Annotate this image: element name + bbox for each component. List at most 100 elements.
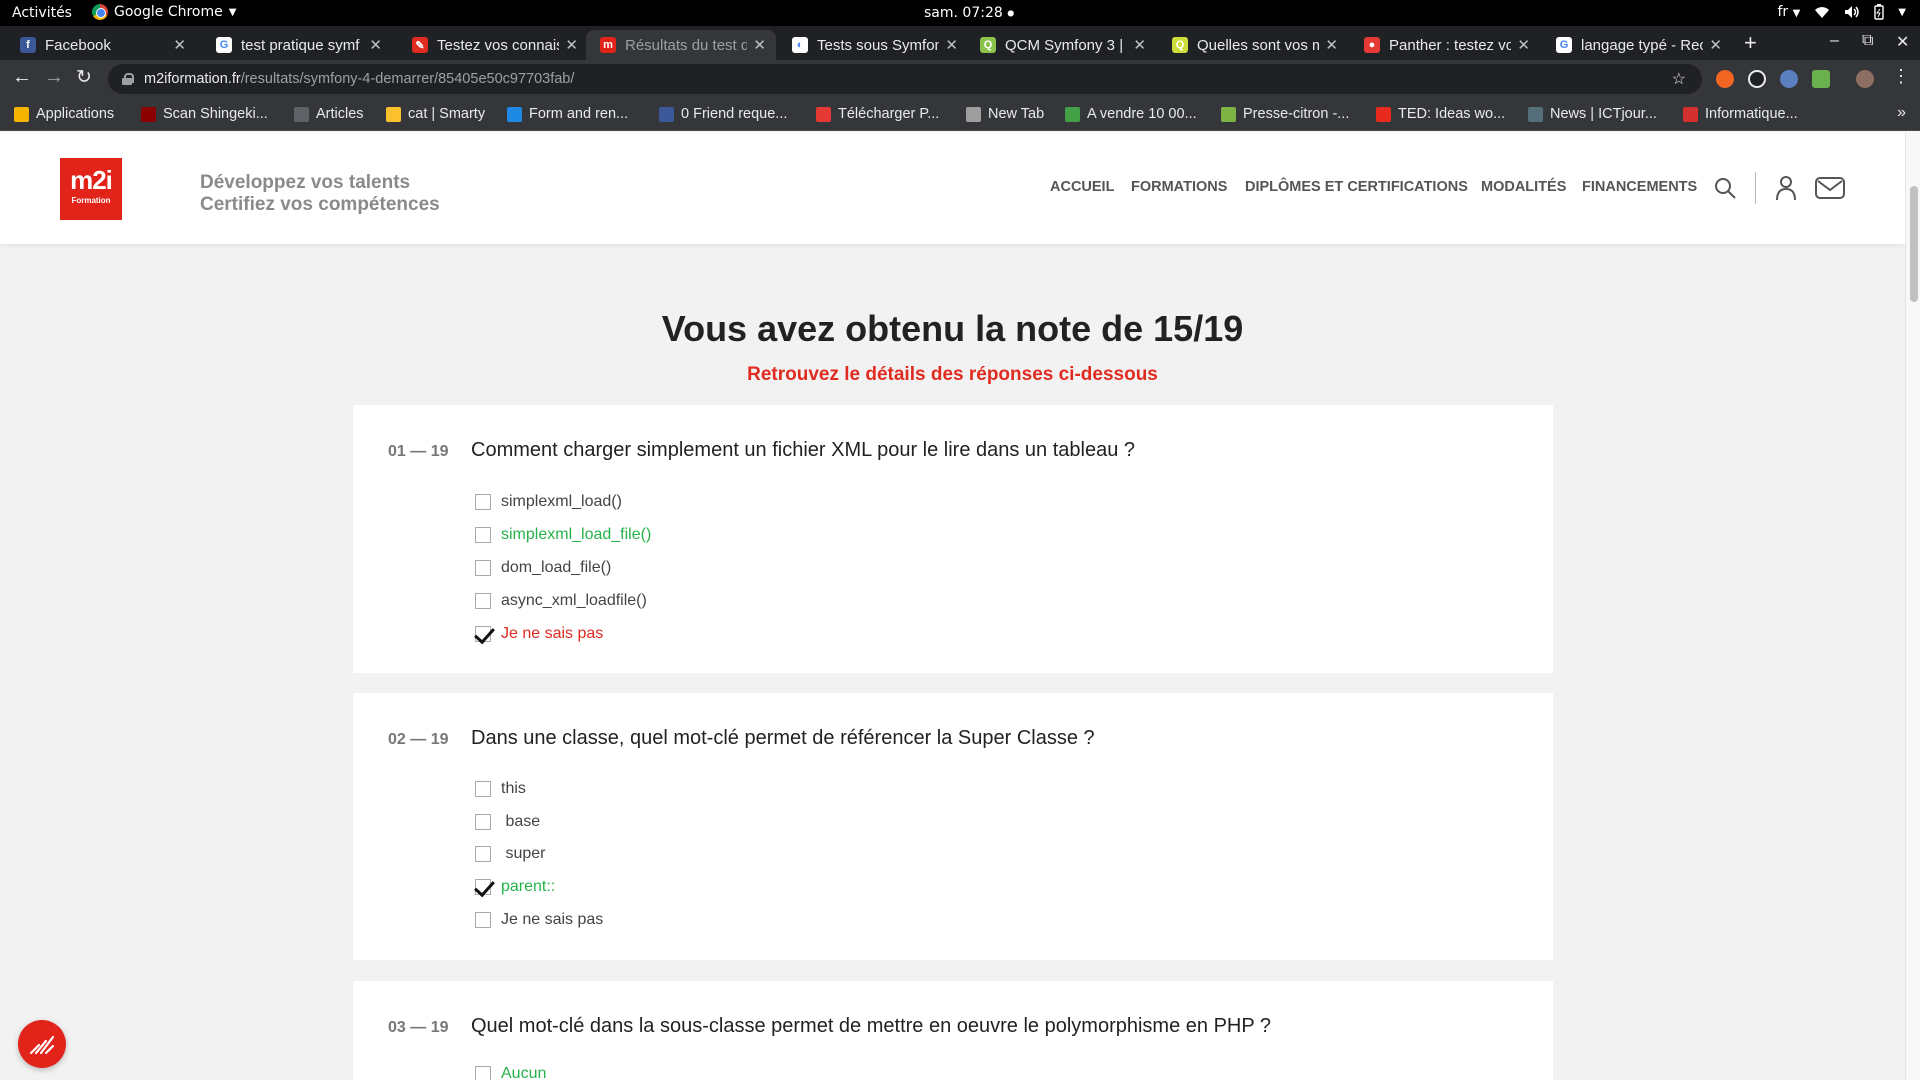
bookmarks-overflow-button[interactable]: »	[1897, 104, 1906, 122]
bookmark-item[interactable]: New Tab	[966, 106, 1044, 122]
close-window-button[interactable]: ✕	[1896, 32, 1909, 52]
browser-toolbar: ← → ↻ m2iformation.fr/resultats/symfony-…	[0, 60, 1920, 98]
tab-close-icon[interactable]: ✕	[1133, 36, 1146, 54]
answer-checkbox[interactable]	[475, 846, 491, 862]
answer-option[interactable]: Je ne sais pas	[475, 911, 603, 929]
tab-close-icon[interactable]: ✕	[565, 36, 578, 54]
bookmark-item[interactable]: 0 Friend reque...	[659, 106, 787, 122]
answer-checkbox[interactable]	[475, 560, 491, 576]
page-viewport: m2i Formation Développez vos talents Cer…	[0, 132, 1905, 1080]
avatar[interactable]	[1856, 70, 1874, 88]
answer-checkbox[interactable]	[475, 814, 491, 830]
answer-option[interactable]: dom_load_file()	[475, 559, 611, 577]
extension-icon[interactable]	[1748, 70, 1766, 88]
search-icon[interactable]	[1713, 176, 1737, 200]
chevron-down-icon: ▼	[1792, 8, 1801, 19]
menu-kebab-icon[interactable]: ⋮	[1892, 66, 1910, 87]
tab-close-icon[interactable]: ✕	[945, 36, 958, 54]
bookmark-item[interactable]: Articles	[294, 106, 364, 122]
bookmark-item[interactable]: Form and ren...	[507, 106, 628, 122]
answer-option[interactable]: base	[475, 813, 540, 831]
bookmark-label: Applications	[36, 106, 115, 122]
tab[interactable]: ◐ Tests sous Symfon ✕	[778, 30, 968, 60]
tab[interactable]: Q Quelles sont vos m ✕	[1158, 30, 1348, 60]
mail-icon[interactable]	[1815, 176, 1845, 200]
bookmark-item[interactable]: TED: Ideas wo...	[1376, 106, 1505, 122]
scrollbar-thumb[interactable]	[1910, 186, 1918, 302]
bookmark-item[interactable]: Presse-citron -...	[1221, 106, 1349, 122]
tab[interactable]: m Résultats du test d ✕	[586, 30, 776, 60]
app-menu[interactable]: Google Chrome ▼	[92, 4, 236, 20]
bookmark-item[interactable]: cat | Smarty	[386, 106, 485, 122]
answer-checkbox[interactable]	[475, 912, 491, 928]
wifi-icon	[1815, 7, 1830, 18]
answer-option[interactable]: super	[475, 845, 545, 863]
nav-accueil[interactable]: ACCUEIL	[1050, 179, 1114, 195]
answer-checkbox[interactable]	[475, 593, 491, 609]
answer-option[interactable]: simplexml_load_file()	[475, 526, 651, 544]
minimize-button[interactable]: –	[1830, 32, 1839, 50]
tab-close-icon[interactable]: ✕	[369, 36, 382, 54]
answer-option[interactable]: simplexml_load()	[475, 493, 622, 511]
answer-checkbox-checked[interactable]	[475, 879, 491, 895]
tab-close-icon[interactable]: ✕	[1709, 36, 1722, 54]
tab[interactable]: f Facebook ✕	[6, 30, 196, 60]
reload-button[interactable]: ↻	[76, 66, 92, 89]
tab[interactable]: Glangage typé - Rech ✕	[1542, 30, 1732, 60]
extension-icon[interactable]	[1780, 70, 1798, 88]
page-scrollbar[interactable]	[1905, 132, 1920, 1080]
user-icon[interactable]	[1775, 175, 1797, 201]
answer-checkbox[interactable]	[475, 781, 491, 797]
tab-close-icon[interactable]: ✕	[1325, 36, 1338, 54]
nav-financements[interactable]: FINANCEMENTS	[1582, 179, 1697, 195]
keyboard-layout[interactable]: fr ▼	[1777, 4, 1800, 20]
extension-icon[interactable]	[1716, 70, 1734, 88]
volume-icon	[1845, 6, 1860, 18]
site-tagline: Développez vos talents Certifiez vos com…	[200, 172, 440, 216]
bookmark-favicon-icon	[507, 106, 522, 122]
back-button[interactable]: ←	[12, 66, 32, 89]
tab-close-icon[interactable]: ✕	[1517, 36, 1530, 54]
bookmark-label: Articles	[316, 106, 364, 122]
answer-option[interactable]: Aucun	[475, 1065, 546, 1080]
tab-favicon-icon: m	[600, 37, 616, 53]
answer-option[interactable]: async_xml_loadfile()	[475, 592, 647, 610]
tab-close-icon[interactable]: ✕	[753, 36, 766, 54]
tab[interactable]: ● Panther : testez vo ✕	[1350, 30, 1540, 60]
address-bar[interactable]: m2iformation.fr/resultats/symfony-4-dema…	[108, 64, 1702, 94]
bookmark-star-icon[interactable]: ☆	[1672, 69, 1686, 89]
tab[interactable]: Gtest pratique symf ✕	[202, 30, 392, 60]
bookmark-item[interactable]: Informatique...	[1683, 106, 1798, 122]
status-area[interactable]: fr ▼ ▼	[1777, 4, 1906, 20]
bookmark-item[interactable]: A vendre 10 00...	[1065, 106, 1197, 122]
answer-option[interactable]: Je ne sais pas	[475, 625, 603, 643]
tab-title: test pratique symf	[241, 36, 360, 54]
nav-formations[interactable]: FORMATIONS	[1131, 179, 1227, 195]
nav-modalites[interactable]: MODALITÉS	[1481, 179, 1566, 195]
tagline-line-2: Certifiez vos compétences	[200, 194, 440, 215]
nav-diplomes-certifications[interactable]: DIPLÔMES ET CERTIFICATIONS	[1245, 179, 1468, 195]
restore-button[interactable]: ⧉	[1862, 32, 1873, 50]
answer-checkbox[interactable]	[475, 1066, 491, 1080]
answer-option[interactable]: this	[475, 780, 526, 798]
bookmark-item[interactable]: News | ICTjour...	[1528, 106, 1657, 122]
tab[interactable]: ✎ Testez vos connais ✕	[398, 30, 588, 60]
bookmark-item[interactable]: Télécharger P...	[816, 106, 939, 122]
tab-close-icon[interactable]: ✕	[173, 36, 186, 54]
answer-option[interactable]: parent::	[475, 878, 555, 896]
bookmark-item[interactable]: Scan Shingeki...	[141, 106, 268, 122]
bookmark-label: Scan Shingeki...	[163, 106, 268, 122]
site-logo[interactable]: m2i Formation	[60, 158, 122, 220]
forward-button[interactable]: →	[44, 66, 64, 89]
extension-icon[interactable]	[1812, 70, 1830, 88]
clock[interactable]: sam. 07:28 ●	[924, 5, 1014, 21]
answer-checkbox[interactable]	[475, 527, 491, 543]
floating-action-button[interactable]	[18, 1020, 66, 1068]
answer-checkbox-checked[interactable]	[475, 626, 491, 642]
activities-button[interactable]: Activités	[12, 5, 72, 21]
bookmark-item[interactable]: Applications	[14, 106, 114, 122]
tab-title: Panther : testez vo	[1389, 36, 1512, 54]
new-tab-button[interactable]: +	[1744, 30, 1757, 56]
answer-checkbox[interactable]	[475, 494, 491, 510]
tab[interactable]: Q QCM Symfony 3 | C ✕	[966, 30, 1156, 60]
